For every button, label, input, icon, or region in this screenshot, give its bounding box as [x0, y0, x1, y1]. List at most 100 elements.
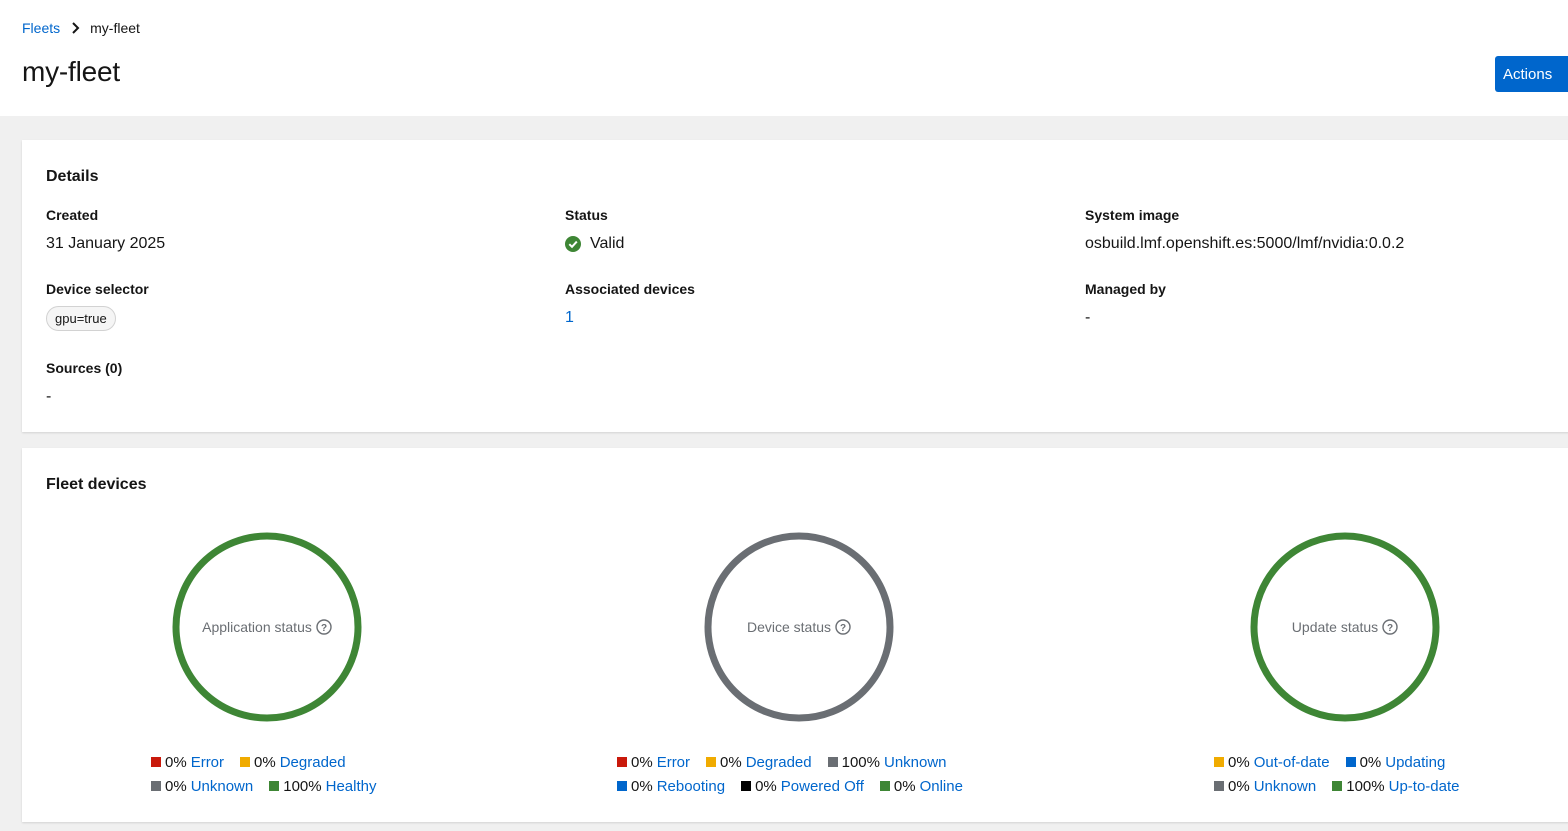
legend-swatch — [151, 781, 161, 791]
device-selector-label: Device selector — [46, 281, 149, 297]
legend-item-degraded: 0% Degraded — [240, 754, 346, 771]
legend-pct: 100% — [283, 777, 322, 795]
legend-item-powered-off: 0% Powered Off — [741, 778, 864, 795]
legend-pct: 100% — [1346, 777, 1385, 795]
legend-item-unknown: 0% Unknown — [1214, 778, 1316, 795]
legend-swatch — [1345, 757, 1356, 767]
legend-swatch — [879, 781, 890, 791]
associated-devices-field: Associated devices 1 — [565, 281, 695, 327]
legend-pct: 0% — [1228, 777, 1250, 795]
legend-swatch — [240, 757, 251, 767]
associated-devices-label: Associated devices — [565, 281, 695, 297]
legend-item-error: 0% Error — [617, 754, 690, 771]
device-status-legend: 0% Error 0% Degraded 100% Unknown 0% Reb… — [617, 750, 963, 798]
legend-swatch — [617, 757, 627, 767]
svg-text:?: ? — [1387, 623, 1393, 634]
legend-link-degraded[interactable]: Degraded — [280, 754, 346, 771]
associated-devices-link[interactable]: 1 — [565, 309, 695, 327]
legend-swatch — [741, 781, 752, 791]
legend-pct: 0% — [755, 777, 777, 795]
legend-link-degraded[interactable]: Degraded — [746, 754, 812, 771]
breadcrumb: Fleets my-fleet — [22, 20, 140, 36]
legend-link-rebooting[interactable]: Rebooting — [657, 778, 725, 795]
legend-link-unknown[interactable]: Unknown — [1254, 778, 1317, 795]
breadcrumb-fleets-link[interactable]: Fleets — [22, 20, 60, 36]
legend-pct: 0% — [165, 777, 187, 795]
device-status-title: Device status — [746, 619, 832, 635]
details-card: Details Created 31 January 2025 Status V… — [22, 140, 1568, 432]
status-label: Status — [565, 207, 608, 223]
managed-by-label: Managed by — [1085, 281, 1166, 297]
legend-pct: 0% — [165, 753, 187, 771]
system-image-value: osbuild.lmf.openshift.es:5000/lmf/nvidia… — [1085, 235, 1405, 252]
page-title: my-fleet — [22, 56, 120, 87]
status-field: Status Valid — [565, 207, 624, 253]
device-selector-chip: gpu=true — [46, 306, 116, 331]
sources-field: Sources (0) - — [46, 360, 122, 406]
legend-pct: 0% — [254, 753, 276, 771]
legend-pct: 100% — [841, 753, 880, 771]
application-status-donut: Application status ? — [172, 532, 362, 722]
legend-swatch — [151, 757, 161, 767]
legend-link-out-of-date[interactable]: Out-of-date — [1254, 754, 1330, 771]
legend-item-error: 0% Error — [151, 754, 224, 771]
legend-link-unknown[interactable]: Unknown — [884, 754, 947, 771]
legend-item-healthy: 100% Healthy — [269, 778, 376, 795]
fleet-devices-card: Fleet devices Application status ? 0% Er… — [22, 448, 1568, 822]
status-value: Valid — [590, 235, 625, 252]
application-status-legend: 0% Error 0% Degraded 0% Unknown 100% Hea… — [151, 750, 376, 798]
legend-link-powered-off[interactable]: Powered Off — [781, 778, 864, 795]
help-icon[interactable]: ? — [1382, 619, 1398, 635]
legend-link-up-to-date[interactable]: Up-to-date — [1389, 778, 1460, 795]
managed-by-value: - — [1085, 309, 1091, 326]
update-status-donut: Update status ? — [1250, 532, 1440, 722]
legend-item-out-of-date: 0% Out-of-date — [1214, 754, 1330, 771]
legend-pct: 0% — [631, 777, 653, 795]
legend-swatch — [1332, 781, 1343, 791]
breadcrumb-current: my-fleet — [90, 20, 140, 36]
legend-swatch — [827, 757, 838, 767]
status-value-row: Valid — [565, 235, 624, 253]
svg-text:?: ? — [321, 623, 327, 634]
legend-link-error[interactable]: Error — [191, 754, 224, 771]
chevron-right-icon — [72, 22, 80, 34]
legend-pct: 0% — [720, 753, 742, 771]
help-icon[interactable]: ? — [835, 619, 851, 635]
legend-pct: 0% — [1359, 753, 1382, 771]
sources-value: - — [46, 388, 52, 405]
update-status-title: Update status — [1291, 619, 1379, 635]
help-icon[interactable]: ? — [316, 619, 332, 635]
legend-pct: 0% — [893, 777, 916, 795]
device-status-donut: Device status ? — [704, 532, 894, 722]
details-title: Details — [46, 168, 99, 185]
legend-item-online: 0% Online — [879, 777, 963, 795]
legend-swatch — [706, 757, 717, 767]
created-value: 31 January 2025 — [46, 235, 166, 252]
legend-item-up-to-date: 100% Up-to-date — [1332, 778, 1459, 795]
legend-item-rebooting: 0% Rebooting — [617, 778, 725, 795]
legend-item-updating: 0% Updating — [1345, 753, 1445, 771]
legend-item-unknown: 0% Unknown — [151, 778, 253, 795]
sources-label: Sources (0) — [46, 360, 123, 376]
svg-text:?: ? — [840, 623, 846, 634]
legend-swatch — [1214, 781, 1224, 791]
created-field: Created 31 January 2025 — [46, 207, 165, 253]
legend-swatch — [269, 781, 280, 791]
managed-by-field: Managed by - — [1085, 281, 1166, 327]
device-selector-field: Device selector gpu=true — [46, 281, 149, 331]
system-image-label: System image — [1085, 207, 1180, 223]
update-status-legend: 0% Out-of-date 0% Updating 0% Unknown 10… — [1214, 750, 1459, 798]
check-circle-icon — [565, 236, 581, 252]
legend-link-unknown[interactable]: Unknown — [191, 778, 254, 795]
legend-pct: 0% — [1228, 753, 1250, 771]
legend-link-online[interactable]: Online — [920, 778, 963, 795]
created-label: Created — [46, 207, 99, 223]
legend-link-error[interactable]: Error — [657, 754, 690, 771]
legend-swatch — [617, 781, 627, 791]
fleet-devices-title: Fleet devices — [46, 476, 147, 493]
application-status-title: Application status — [202, 619, 312, 635]
actions-button[interactable]: Actions — [1495, 56, 1568, 92]
legend-link-updating[interactable]: Updating — [1385, 754, 1445, 771]
legend-link-healthy[interactable]: Healthy — [326, 778, 377, 795]
page-header: Fleets my-fleet my-fleet Actions — [0, 0, 1568, 116]
